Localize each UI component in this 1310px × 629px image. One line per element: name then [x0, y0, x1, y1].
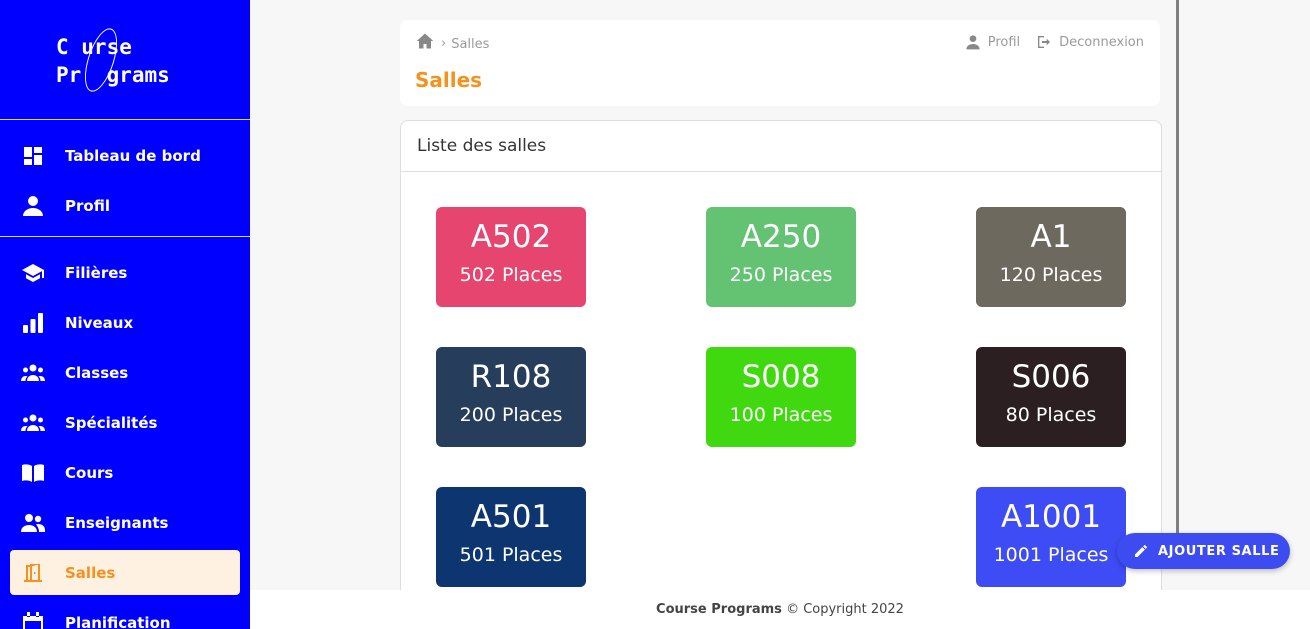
sidebar-item-cours[interactable]: Cours: [10, 450, 240, 495]
rooms-list-heading: Liste des salles: [401, 121, 1161, 172]
room-name: A1: [1030, 219, 1072, 255]
room-places: 200 Places: [459, 404, 563, 426]
footer-copyright: © Copyright 2022: [786, 602, 904, 617]
sidebar-item-salles[interactable]: Salles: [10, 550, 240, 595]
sidebar-item-specialites[interactable]: Spécialités: [10, 400, 240, 445]
sidebar-item-label: Niveaux: [65, 313, 134, 332]
logout-icon: [1038, 36, 1051, 48]
calendar-icon: [21, 611, 45, 629]
add-room-button[interactable]: AJOUTER SALLE: [1117, 533, 1290, 569]
page-title: Salles: [415, 68, 483, 92]
nav-group-management: Filières Niveaux Classes Spécialités Cou…: [0, 236, 250, 629]
graduation-cap-icon: [21, 261, 45, 285]
group-icon: [21, 361, 45, 385]
room-card[interactable]: S006 80 Places: [976, 347, 1126, 447]
room-card[interactable]: R108 200 Places: [436, 347, 586, 447]
chevron-right-icon: ›: [441, 35, 447, 51]
room-places: 80 Places: [1005, 404, 1097, 426]
sidebar: C urse Pr grams Tableau de bord Profil F…: [0, 0, 250, 629]
bar-chart-icon: [21, 311, 45, 335]
room-name: R108: [470, 359, 552, 395]
sidebar-item-planification[interactable]: Planification: [10, 600, 240, 629]
sidebar-item-label: Tableau de bord: [65, 146, 201, 165]
people-icon: [21, 511, 45, 535]
room-places: 501 Places: [459, 544, 563, 566]
sidebar-item-label: Cours: [65, 463, 114, 482]
room-places: 502 Places: [459, 264, 563, 286]
sidebar-item-label: Salles: [65, 563, 116, 582]
room-card[interactable]: A1001 1001 Places: [976, 487, 1126, 587]
room-card[interactable]: A1 120 Places: [976, 207, 1126, 307]
footer-brand: Course Programs: [656, 602, 782, 617]
room-card[interactable]: S008 100 Places: [706, 347, 856, 447]
room-name: S008: [741, 359, 821, 395]
sidebar-item-tableau-de-bord[interactable]: Tableau de bord: [10, 133, 240, 178]
sidebar-item-label: Profil: [65, 196, 110, 215]
home-icon[interactable]: [416, 32, 434, 54]
logout-label: Deconnexion: [1059, 34, 1144, 50]
sidebar-item-enseignants[interactable]: Enseignants: [10, 500, 240, 545]
logo[interactable]: C urse Pr grams: [0, 0, 250, 120]
room-card[interactable]: A250 250 Places: [706, 207, 856, 307]
room-name: S006: [1011, 359, 1091, 395]
add-room-label: AJOUTER SALLE: [1158, 543, 1280, 559]
logout-link[interactable]: Deconnexion: [1036, 34, 1144, 50]
room-places: 1001 Places: [993, 544, 1109, 566]
room-name: A501: [470, 499, 552, 535]
room-places: 120 Places: [999, 264, 1103, 286]
room-name: A502: [470, 219, 552, 255]
sidebar-item-label: Filières: [65, 263, 128, 282]
room-name: A1001: [1000, 499, 1102, 535]
sidebar-item-profil[interactable]: Profil: [10, 183, 240, 228]
dashboard-icon: [21, 144, 45, 168]
footer: Course Programs © Copyright 2022: [250, 590, 1310, 629]
room-card[interactable]: A501 501 Places: [436, 487, 586, 587]
room-card[interactable]: A502 502 Places: [436, 207, 586, 307]
header-links: Profil Deconnexion: [949, 34, 1144, 50]
logo-line-2: Pr grams: [56, 63, 170, 87]
rooms-list-card: Liste des salles A502 502 Places A250 25…: [400, 120, 1162, 600]
person-icon: [966, 35, 980, 50]
profile-label: Profil: [987, 34, 1021, 50]
door-icon: [21, 561, 45, 585]
room-name: A250: [740, 219, 822, 255]
page-header: › Salles Salles Profil Deconnexion: [400, 20, 1160, 106]
book-icon: [21, 461, 45, 485]
nav-group-main: Tableau de bord Profil: [0, 120, 250, 228]
breadcrumb-current: Salles: [451, 37, 490, 52]
sidebar-item-classes[interactable]: Classes: [10, 350, 240, 395]
sidebar-item-filieres[interactable]: Filières: [10, 250, 240, 295]
group-icon: [21, 411, 45, 435]
sidebar-item-label: Planification: [65, 613, 171, 629]
scroll-divider: [1176, 0, 1179, 535]
sidebar-item-label: Spécialités: [65, 413, 158, 432]
sidebar-item-label: Enseignants: [65, 513, 169, 532]
room-places: 100 Places: [729, 404, 833, 426]
sidebar-item-label: Classes: [65, 363, 129, 382]
person-icon: [21, 194, 45, 218]
breadcrumb: › Salles: [416, 32, 489, 54]
room-places: 250 Places: [729, 264, 833, 286]
profile-link[interactable]: Profil: [965, 34, 1020, 50]
sidebar-item-niveaux[interactable]: Niveaux: [10, 300, 240, 345]
pencil-icon: [1135, 545, 1147, 557]
